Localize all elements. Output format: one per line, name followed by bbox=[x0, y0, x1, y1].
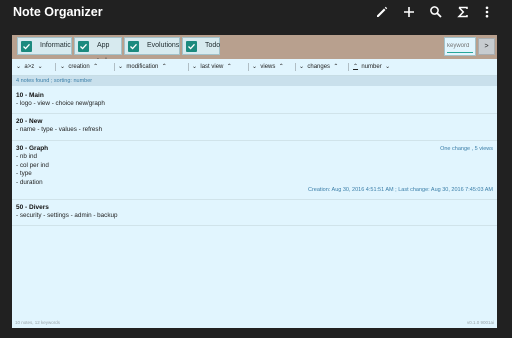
sort-bar: ⌄ a>z ⌄ ⌄ creation ⌃ ⌄ modification ⌃ ⌄ … bbox=[12, 59, 497, 76]
filter-evolutions[interactable]: Evolutions bbox=[124, 37, 180, 55]
go-button[interactable]: > bbox=[478, 38, 495, 55]
checkbox-checked-icon[interactable] bbox=[78, 40, 89, 52]
note-title: 10 - Main bbox=[16, 92, 44, 99]
sigma-icon[interactable] bbox=[455, 4, 471, 20]
divider bbox=[188, 63, 189, 71]
sort-modification[interactable]: ⌄ modification ⌃ bbox=[118, 62, 167, 72]
sort-desc-arrow: ⌄ bbox=[16, 64, 22, 70]
footer-version: v0.1.0 9001ai bbox=[466, 320, 494, 325]
note-item[interactable]: 30 - Graph One change , 5 views - nb ind… bbox=[12, 141, 497, 200]
note-line: - duration bbox=[16, 178, 43, 186]
filter-app-ind[interactable]: App Ind bbox=[74, 37, 122, 65]
sort-desc-arrow: ⌄ bbox=[60, 64, 66, 70]
note-dates-info: Creation: Aug 30, 2016 4:51:51 AM ; Last… bbox=[308, 187, 493, 193]
divider bbox=[248, 63, 249, 71]
filter-label: Informatic bbox=[40, 42, 71, 49]
search-icon[interactable] bbox=[428, 4, 444, 20]
sort-label: creation bbox=[68, 64, 90, 70]
checkbox-checked-icon[interactable] bbox=[21, 40, 32, 52]
input-underline bbox=[447, 52, 473, 53]
filter-todo[interactable]: Todo bbox=[182, 37, 220, 55]
sort-number[interactable]: ⌃ number ⌄ bbox=[353, 62, 390, 72]
note-title: 50 - Divers bbox=[16, 204, 49, 211]
checkbox-checked-icon[interactable] bbox=[128, 40, 139, 52]
sort-changes[interactable]: ⌄ changes ⌃ bbox=[299, 62, 338, 72]
note-item[interactable]: 10 - Main - logo - view - choice new/gra… bbox=[12, 88, 497, 114]
note-title: 30 - Graph bbox=[16, 145, 49, 152]
sort-asc-arrow: ⌃ bbox=[226, 64, 232, 70]
more-vert-icon[interactable] bbox=[479, 4, 495, 20]
sort-az[interactable]: ⌄ a>z ⌄ bbox=[16, 62, 43, 72]
note-views-info: One change , 5 views bbox=[440, 146, 493, 152]
sort-desc-arrow: ⌄ bbox=[37, 64, 43, 70]
note-item[interactable]: 50 - Divers - security - settings - admi… bbox=[12, 200, 497, 226]
app-title: Note Organizer bbox=[13, 5, 103, 19]
filter-informatic[interactable]: Informatic bbox=[17, 37, 72, 55]
sort-label: number bbox=[361, 64, 382, 70]
sort-label: modification bbox=[126, 64, 159, 70]
note-item[interactable]: 20 - New - name - type - values - refres… bbox=[12, 114, 497, 141]
note-line: - nb ind bbox=[16, 153, 38, 160]
note-line: - security - settings - admin - backup bbox=[16, 212, 118, 219]
sort-label: views bbox=[260, 64, 276, 70]
checkbox-checked-icon[interactable] bbox=[186, 40, 197, 52]
edit-icon[interactable] bbox=[374, 4, 390, 20]
note-title: 20 - New bbox=[16, 118, 43, 125]
sort-label: changes bbox=[307, 64, 331, 70]
divider bbox=[55, 63, 56, 71]
main-content: Informatic App Ind Evolutions Todo > bbox=[12, 35, 497, 328]
sort-label: a>z bbox=[24, 64, 35, 70]
sort-creation[interactable]: ⌄ creation ⌃ bbox=[60, 62, 98, 72]
divider bbox=[348, 63, 349, 71]
sort-asc-arrow: ⌃ bbox=[93, 64, 99, 70]
filter-label: Todo bbox=[205, 42, 221, 49]
note-line: - col per ind bbox=[16, 161, 49, 169]
footer-counts: 10 notes, 12 keywords bbox=[15, 320, 61, 325]
keyword-input[interactable] bbox=[447, 40, 473, 52]
divider bbox=[114, 63, 115, 71]
divider bbox=[295, 63, 296, 71]
sort-asc-arrow: ⌃ bbox=[161, 64, 167, 70]
sort-label: last view bbox=[200, 64, 224, 70]
sort-last-view[interactable]: ⌄ last view ⌃ bbox=[192, 62, 232, 72]
sort-desc-arrow: ⌄ bbox=[299, 64, 305, 70]
note-line: - type bbox=[16, 170, 32, 177]
search-box bbox=[444, 37, 476, 56]
sort-desc-arrow: ⌄ bbox=[385, 64, 391, 70]
sort-desc-arrow: ⌄ bbox=[118, 64, 124, 70]
sort-desc-arrow: ⌄ bbox=[192, 64, 198, 70]
sort-asc-arrow: ⌃ bbox=[278, 64, 284, 70]
status-bar: 4 notes found ; sorting: number bbox=[12, 76, 497, 86]
filter-bar: Informatic App Ind Evolutions Todo > bbox=[12, 35, 497, 65]
sort-desc-arrow: ⌄ bbox=[252, 64, 258, 70]
add-icon[interactable] bbox=[401, 4, 417, 20]
note-line: - name - type - values - refresh bbox=[16, 126, 103, 133]
sort-asc-arrow: ⌃ bbox=[333, 64, 339, 70]
status-text: 4 notes found ; sorting: number bbox=[16, 78, 93, 84]
app-bar: Note Organizer bbox=[0, 0, 512, 32]
sort-views[interactable]: ⌄ views ⌃ bbox=[252, 62, 284, 72]
filter-label: Evolutions bbox=[147, 42, 180, 49]
sort-asc-arrow: ⌃ bbox=[353, 64, 359, 70]
footer: 10 notes, 12 keywords v0.1.0 9001ai bbox=[12, 318, 497, 328]
note-line: - logo - view - choice new/graph bbox=[16, 100, 105, 107]
